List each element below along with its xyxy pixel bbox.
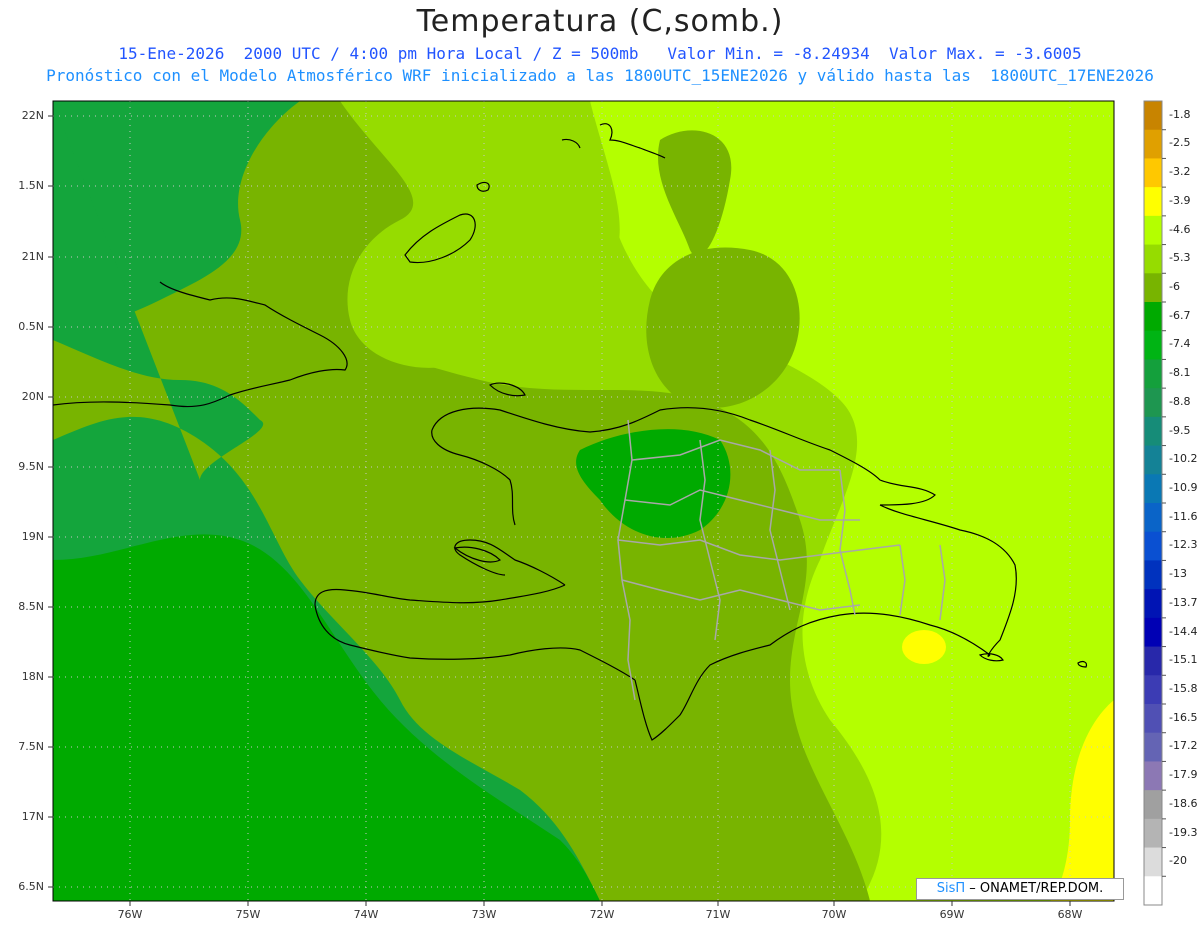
colorbar-swatch: [1144, 388, 1162, 418]
credit-brand: SisΠ: [936, 881, 966, 896]
colorbar-label: -8.1: [1169, 366, 1191, 380]
colorbar-swatch: [1144, 330, 1162, 360]
colorbar-swatch: [1144, 158, 1162, 188]
colorbar-label: -1.8: [1169, 107, 1191, 121]
lat-label: 19N: [21, 530, 44, 543]
lon-label: 70W: [821, 908, 847, 921]
colorbar-swatch: [1144, 101, 1162, 131]
colorbar-swatch: [1144, 675, 1162, 705]
colorbar-swatch: [1144, 704, 1162, 734]
colorbar-label: -3.9: [1169, 193, 1191, 207]
colorbar-swatch: [1144, 847, 1162, 877]
colorbar-label: -17.2: [1169, 739, 1198, 753]
colorbar-swatch: [1144, 617, 1162, 648]
lon-label: 75W: [235, 908, 261, 921]
colorbar-label: -4.6: [1169, 222, 1191, 236]
colorbar-swatch: [1144, 244, 1162, 274]
colorbar-label: -14.4: [1169, 624, 1198, 638]
subtitle-model-info: Pronóstico con el Modelo Atmosférico WRF…: [46, 66, 1154, 85]
colorbar-label: -7.4: [1169, 337, 1191, 351]
lat-label: 7.5N: [18, 740, 44, 753]
colorbar-label: -17.9: [1169, 768, 1198, 782]
colorbar-label: -11.6: [1169, 509, 1198, 523]
lat-label: 6.5N: [18, 880, 44, 893]
colorbar-swatch: [1144, 761, 1162, 791]
colorbar-swatch: [1144, 560, 1162, 590]
coast-cuba-north-fragment: [53, 214, 54, 215]
lon-label: 76W: [117, 908, 143, 921]
colorbar-swatch: [1144, 790, 1162, 820]
colorbar-swatch: [1144, 445, 1162, 475]
lon-label: 73W: [471, 908, 497, 921]
credit-box: SisΠ – ONAMET/REP.DOM.: [916, 878, 1124, 900]
colorbar-swatch: [1144, 589, 1162, 619]
colorbar-label: -20: [1169, 854, 1187, 868]
lat-label: 1.5N: [18, 179, 44, 192]
lon-label: 74W: [353, 908, 379, 921]
colorbar-label: -10.9: [1169, 481, 1198, 494]
colorbar-swatch: [1144, 302, 1162, 332]
lat-label: 8.5N: [18, 600, 44, 613]
colorbar-swatch: [1144, 416, 1162, 447]
colorbar-label: -9.5: [1169, 423, 1191, 437]
colorbar-label: -12.3: [1169, 538, 1198, 552]
colorbar-label: -8.8: [1169, 394, 1191, 408]
colorbar-swatch: [1144, 818, 1162, 849]
colorbar-swatch: [1144, 732, 1162, 762]
colorbar-swatch: [1144, 876, 1162, 906]
lon-label: 71W: [705, 908, 731, 921]
colorbar-swatch: [1144, 273, 1162, 303]
colorbar-label: -2.5: [1169, 136, 1191, 150]
colorbar-label: -15.1: [1169, 653, 1198, 667]
temperature-map: [48, 100, 1166, 906]
colorbar-swatch: [1144, 359, 1162, 389]
lon-label: 69W: [939, 908, 965, 921]
colorbar-swatch: [1144, 503, 1162, 533]
lat-label: 9.5N: [18, 460, 44, 473]
lat-label: 20N: [21, 390, 44, 403]
colorbar-label: -13: [1169, 567, 1187, 581]
lat-label: 22N: [21, 109, 44, 122]
subtitle-valid-time: 15-Ene-2026 2000 UTC / 4:00 pm Hora Loca…: [118, 44, 1082, 63]
colorbar-swatch: [1144, 646, 1162, 676]
colorbar-label: -3.2: [1169, 165, 1191, 179]
field-yellow-spot: [902, 630, 946, 664]
lat-label: 0.5N: [18, 320, 44, 333]
temperature-field: [53, 101, 1114, 901]
colorbar-swatch: [1144, 215, 1162, 246]
colorbar-label: -13.7: [1169, 595, 1198, 609]
colorbar-swatch: [1144, 531, 1162, 561]
colorbar-label: -15.8: [1169, 682, 1198, 695]
colorbar-swatch: [1144, 474, 1162, 504]
colorbar-label: -16.5: [1169, 710, 1198, 724]
colorbar-label: -6.7: [1169, 308, 1191, 322]
lon-label: 72W: [589, 908, 615, 921]
colorbar-label: -18.6: [1169, 796, 1198, 810]
colorbar-label: -5.3: [1169, 251, 1191, 265]
lon-label: 68W: [1057, 908, 1083, 921]
colorbar-label: -10.2: [1169, 452, 1198, 466]
credit-text: – ONAMET/REP.DOM.: [965, 881, 1104, 896]
lat-label: 21N: [21, 250, 44, 263]
colorbar-label: -19.3: [1169, 825, 1198, 839]
page-title: Temperatura (C,somb.): [416, 4, 784, 39]
lat-label: 18N: [21, 670, 44, 683]
colorbar: [1143, 100, 1166, 906]
colorbar-swatch: [1144, 129, 1162, 159]
coast-jamaica-edge-2: [53, 639, 54, 640]
colorbar-swatch: [1144, 187, 1162, 217]
lat-label: 17N: [21, 810, 44, 823]
colorbar-label: -6: [1169, 280, 1180, 293]
